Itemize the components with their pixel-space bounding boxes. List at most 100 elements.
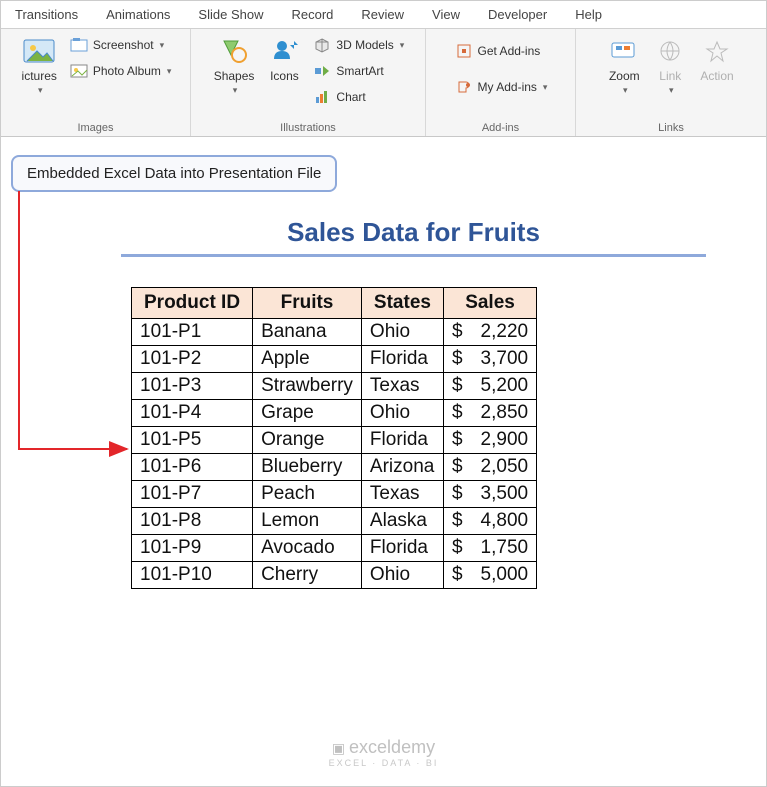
- watermark-sub: EXCEL · DATA · BI: [1, 758, 766, 768]
- table-header-row: Product ID Fruits States Sales: [132, 288, 537, 319]
- action-icon: [701, 35, 733, 67]
- pictures-icon: [23, 35, 55, 67]
- chevron-down-icon: ▾: [669, 85, 674, 96]
- table-row: 101-P4GrapeOhio$2,850: [132, 400, 537, 427]
- cell-state: Florida: [361, 427, 443, 454]
- cell-product-id: 101-P10: [132, 562, 253, 589]
- cell-sales: $2,900: [443, 427, 536, 454]
- tab-developer[interactable]: Developer: [474, 1, 561, 28]
- annotation-callout: Embedded Excel Data into Presentation Fi…: [11, 155, 337, 192]
- smartart-label: SmartArt: [336, 64, 383, 78]
- cell-product-id: 101-P3: [132, 373, 253, 400]
- get-addins-button[interactable]: Get Add-ins: [450, 39, 552, 63]
- screenshot-button[interactable]: Screenshot ▾: [65, 33, 176, 57]
- link-icon: [654, 35, 686, 67]
- table-row: 101-P8LemonAlaska$4,800: [132, 508, 537, 535]
- zoom-icon: [608, 35, 640, 67]
- chart-icon: [312, 87, 332, 107]
- cell-fruit: Peach: [253, 481, 362, 508]
- chevron-down-icon: ▾: [543, 82, 548, 93]
- cell-fruit: Lemon: [253, 508, 362, 535]
- tab-help[interactable]: Help: [561, 1, 616, 28]
- cell-state: Florida: [361, 535, 443, 562]
- table-row: 101-P6BlueberryArizona$2,050: [132, 454, 537, 481]
- cell-sales: $1,750: [443, 535, 536, 562]
- title-underline: [121, 254, 706, 257]
- cell-fruit: Grape: [253, 400, 362, 427]
- cell-state: Ohio: [361, 562, 443, 589]
- tab-view[interactable]: View: [418, 1, 474, 28]
- chevron-down-icon: ▾: [233, 85, 238, 96]
- photo-album-button[interactable]: Photo Album ▾: [65, 59, 176, 83]
- table-row: 101-P7PeachTexas$3,500: [132, 481, 537, 508]
- chevron-down-icon: ▾: [160, 40, 165, 51]
- shapes-icon: [218, 35, 250, 67]
- cell-sales: $3,700: [443, 346, 536, 373]
- cell-sales: $2,220: [443, 319, 536, 346]
- tab-slide-show[interactable]: Slide Show: [184, 1, 277, 28]
- chevron-down-icon: ▾: [623, 85, 628, 96]
- cell-state: Alaska: [361, 508, 443, 535]
- group-images: ictures ▾ Screenshot ▾ Photo Album ▾: [1, 29, 191, 136]
- screenshot-icon: [69, 35, 89, 55]
- tab-animations[interactable]: Animations: [92, 1, 184, 28]
- cell-sales: $4,800: [443, 508, 536, 535]
- 3d-models-button[interactable]: 3D Models ▾: [308, 33, 408, 57]
- cell-sales: $5,200: [443, 373, 536, 400]
- action-button[interactable]: Action: [694, 33, 739, 85]
- my-addins-button[interactable]: My Add-ins ▾: [450, 75, 552, 99]
- get-addins-label: Get Add-ins: [478, 44, 541, 58]
- tab-record[interactable]: Record: [277, 1, 347, 28]
- zoom-label: Zoom: [609, 69, 640, 83]
- tab-transitions[interactable]: Transitions: [1, 1, 92, 28]
- cell-product-id: 101-P8: [132, 508, 253, 535]
- icons-label: Icons: [270, 69, 299, 83]
- get-addins-icon: [454, 41, 474, 61]
- screenshot-label: Screenshot: [93, 38, 154, 52]
- photo-album-icon: [69, 61, 89, 81]
- chevron-down-icon: ▾: [400, 40, 405, 51]
- cell-state: Texas: [361, 373, 443, 400]
- group-addins-label: Add-ins: [482, 120, 519, 134]
- cell-fruit: Avocado: [253, 535, 362, 562]
- slide-canvas[interactable]: Embedded Excel Data into Presentation Fi…: [1, 137, 766, 786]
- photo-album-label: Photo Album: [93, 64, 161, 78]
- cell-state: Florida: [361, 346, 443, 373]
- callout-text: Embedded Excel Data into Presentation Fi…: [27, 165, 321, 182]
- group-images-label: Images: [77, 120, 113, 134]
- slide-title-area: Sales Data for Fruits: [121, 217, 706, 257]
- cell-state: Arizona: [361, 454, 443, 481]
- cell-sales: $3,500: [443, 481, 536, 508]
- cell-sales: $5,000: [443, 562, 536, 589]
- cell-fruit: Blueberry: [253, 454, 362, 481]
- embedded-excel-table[interactable]: Product ID Fruits States Sales 101-P1Ban…: [131, 287, 537, 589]
- link-button[interactable]: Link ▾: [648, 33, 692, 98]
- chart-button[interactable]: Chart: [308, 85, 408, 109]
- tab-review[interactable]: Review: [347, 1, 418, 28]
- watermark: ▣ exceldemy EXCEL · DATA · BI: [1, 737, 766, 768]
- group-links: Zoom ▾ Link ▾ Action Links: [576, 29, 766, 136]
- pictures-button[interactable]: ictures ▾: [16, 33, 63, 98]
- smartart-button[interactable]: SmartArt: [308, 59, 408, 83]
- cell-state: Ohio: [361, 400, 443, 427]
- cell-sales: $2,050: [443, 454, 536, 481]
- cell-product-id: 101-P6: [132, 454, 253, 481]
- header-sales: Sales: [443, 288, 536, 319]
- cell-fruit: Orange: [253, 427, 362, 454]
- table-row: 101-P5OrangeFlorida$2,900: [132, 427, 537, 454]
- icons-button[interactable]: Icons: [262, 33, 306, 85]
- header-states: States: [361, 288, 443, 319]
- zoom-button[interactable]: Zoom ▾: [602, 33, 646, 98]
- table-row: 101-P1BananaOhio$2,220: [132, 319, 537, 346]
- shapes-button[interactable]: Shapes ▾: [208, 33, 261, 98]
- link-label: Link: [659, 69, 681, 83]
- 3d-models-label: 3D Models: [336, 38, 393, 52]
- group-addins: Get Add-ins My Add-ins ▾ Add-ins: [426, 29, 576, 136]
- table-row: 101-P9AvocadoFlorida$1,750: [132, 535, 537, 562]
- chart-label: Chart: [336, 90, 365, 104]
- group-links-label: Links: [658, 120, 684, 134]
- header-product-id: Product ID: [132, 288, 253, 319]
- table-row: 101-P3StrawberryTexas$5,200: [132, 373, 537, 400]
- cell-product-id: 101-P1: [132, 319, 253, 346]
- cell-product-id: 101-P5: [132, 427, 253, 454]
